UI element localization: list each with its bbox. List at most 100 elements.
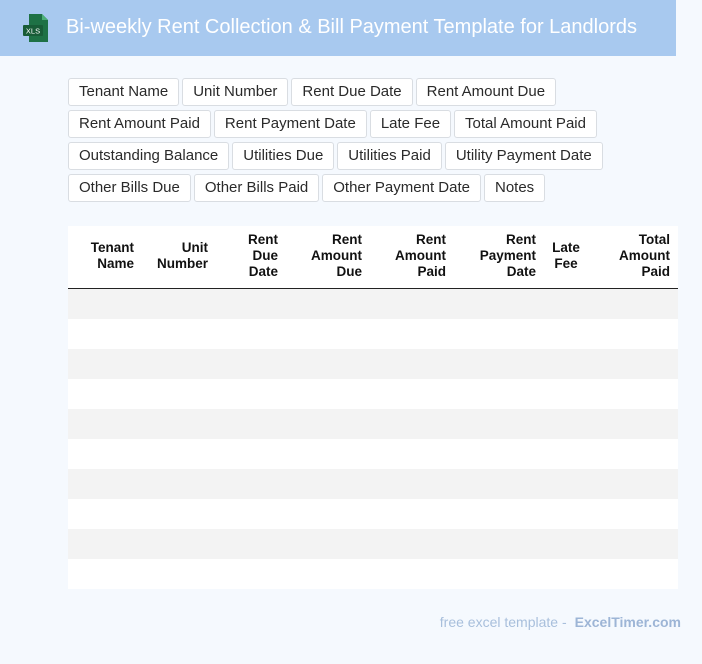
field-chip-notes[interactable]: Notes (483, 174, 546, 202)
table-cell[interactable] (286, 559, 370, 589)
table-cell[interactable] (592, 409, 678, 439)
table-cell[interactable] (216, 529, 286, 559)
table-cell[interactable] (286, 379, 370, 409)
table-cell[interactable] (286, 499, 370, 529)
table-cell[interactable] (370, 288, 454, 319)
table-cell[interactable] (454, 409, 544, 439)
table-cell[interactable] (142, 319, 216, 349)
table-cell[interactable] (592, 499, 678, 529)
table-cell[interactable] (142, 409, 216, 439)
field-chip-utility-payment-date[interactable]: Utility Payment Date (444, 142, 603, 170)
table-cell[interactable] (286, 409, 370, 439)
field-chip-other-payment-date[interactable]: Other Payment Date (322, 174, 481, 202)
table-cell[interactable] (454, 529, 544, 559)
table-cell[interactable] (142, 529, 216, 559)
table-row (68, 499, 678, 529)
table-cell[interactable] (142, 379, 216, 409)
table-cell[interactable] (286, 319, 370, 349)
table-cell[interactable] (592, 439, 678, 469)
table-cell[interactable] (216, 288, 286, 319)
field-chip-tenant-name[interactable]: Tenant Name (68, 78, 180, 106)
table-cell[interactable] (370, 559, 454, 589)
table-cell[interactable] (454, 349, 544, 379)
table-cell[interactable] (142, 439, 216, 469)
table-cell[interactable] (370, 379, 454, 409)
field-chip-utilities-paid[interactable]: Utilities Paid (337, 142, 442, 170)
table-cell[interactable] (544, 439, 592, 469)
table-cell[interactable] (216, 349, 286, 379)
field-chip-unit-number[interactable]: Unit Number (182, 78, 289, 106)
table-cell[interactable] (68, 349, 142, 379)
field-chip-outstanding-balance[interactable]: Outstanding Balance (68, 142, 230, 170)
table-cell[interactable] (592, 469, 678, 499)
field-chip-other-bills-due[interactable]: Other Bills Due (68, 174, 191, 202)
table-cell[interactable] (544, 469, 592, 499)
field-chip-rent-payment-date[interactable]: Rent Payment Date (213, 110, 367, 138)
table-cell[interactable] (216, 409, 286, 439)
table-cell[interactable] (68, 559, 142, 589)
field-chip-rent-due-date[interactable]: Rent Due Date (291, 78, 413, 106)
table-cell[interactable] (68, 379, 142, 409)
table-cell[interactable] (142, 559, 216, 589)
table-cell[interactable] (454, 559, 544, 589)
table-cell[interactable] (454, 499, 544, 529)
table-cell[interactable] (454, 319, 544, 349)
table-cell[interactable] (370, 349, 454, 379)
table-cell[interactable] (544, 288, 592, 319)
footer-brand-link[interactable]: ExcelTimer.com (575, 614, 681, 630)
table-cell[interactable] (370, 439, 454, 469)
table-cell[interactable] (544, 409, 592, 439)
column-header-unit-number: Unit Number (142, 226, 216, 289)
table-cell[interactable] (68, 288, 142, 319)
field-chip-utilities-due[interactable]: Utilities Due (232, 142, 335, 170)
table-cell[interactable] (454, 288, 544, 319)
table-cell[interactable] (370, 499, 454, 529)
table-cell[interactable] (142, 349, 216, 379)
table-cell[interactable] (68, 499, 142, 529)
table-cell[interactable] (454, 439, 544, 469)
table-cell[interactable] (286, 469, 370, 499)
field-chip-rent-amount-paid[interactable]: Rent Amount Paid (68, 110, 211, 138)
table-cell[interactable] (68, 439, 142, 469)
table-cell[interactable] (592, 559, 678, 589)
table-cell[interactable] (142, 469, 216, 499)
table-cell[interactable] (544, 349, 592, 379)
table-cell[interactable] (592, 379, 678, 409)
table-cell[interactable] (142, 499, 216, 529)
table-cell[interactable] (544, 379, 592, 409)
table-cell[interactable] (370, 319, 454, 349)
table-cell[interactable] (370, 409, 454, 439)
table-cell[interactable] (592, 319, 678, 349)
table-cell[interactable] (68, 529, 142, 559)
table-cell[interactable] (454, 469, 544, 499)
table-cell[interactable] (592, 288, 678, 319)
table-cell[interactable] (216, 499, 286, 529)
table-cell[interactable] (592, 529, 678, 559)
table-cell[interactable] (544, 529, 592, 559)
field-chip-late-fee[interactable]: Late Fee (369, 110, 452, 138)
table-cell[interactable] (216, 559, 286, 589)
table-cell[interactable] (544, 559, 592, 589)
table-cell[interactable] (592, 349, 678, 379)
table-cell[interactable] (286, 349, 370, 379)
table-cell[interactable] (216, 379, 286, 409)
table-cell[interactable] (370, 529, 454, 559)
table-cell[interactable] (68, 319, 142, 349)
table-cell[interactable] (216, 319, 286, 349)
table-row (68, 349, 678, 379)
table-cell[interactable] (216, 439, 286, 469)
table-cell[interactable] (142, 288, 216, 319)
field-chip-total-amount-paid[interactable]: Total Amount Paid (454, 110, 597, 138)
field-chip-other-bills-paid[interactable]: Other Bills Paid (193, 174, 320, 202)
table-cell[interactable] (544, 499, 592, 529)
table-cell[interactable] (286, 439, 370, 469)
table-cell[interactable] (68, 409, 142, 439)
table-cell[interactable] (544, 319, 592, 349)
table-cell[interactable] (216, 469, 286, 499)
table-cell[interactable] (68, 469, 142, 499)
field-chip-rent-amount-due[interactable]: Rent Amount Due (415, 78, 557, 106)
table-cell[interactable] (286, 288, 370, 319)
table-cell[interactable] (286, 529, 370, 559)
table-cell[interactable] (370, 469, 454, 499)
table-cell[interactable] (454, 379, 544, 409)
